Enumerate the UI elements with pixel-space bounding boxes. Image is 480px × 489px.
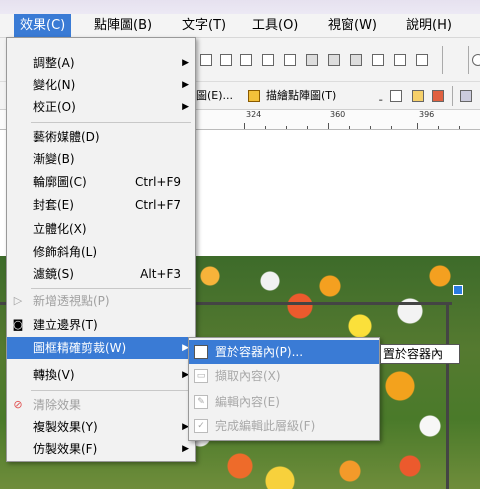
dropdown-arrow-icon[interactable]: ˍ: [378, 88, 384, 104]
edit-contents-icon: ✎: [194, 395, 208, 409]
menu-item-label: 新增透視點(P): [33, 294, 110, 308]
menu-item-lens[interactable]: 濾鏡(S) Alt+F3: [7, 263, 195, 285]
menu-item-clear-effect[interactable]: ⊘ 清除效果: [7, 394, 195, 416]
ruler-number: 396: [419, 110, 435, 119]
effects-dropdown-menu: 調整(A) ▶ 變化(N) ▶ 校正(O) ▶ 藝術媒體(D) 漸變(B) 輪廓…: [6, 37, 196, 462]
menu-item-label: 調整(A): [33, 56, 75, 70]
trace-bitmap-button[interactable]: 描繪點陣圖(T): [266, 88, 336, 104]
submenu-item-label: 完成編輯此層級(F): [215, 419, 316, 433]
menu-item-label: 校正(O): [33, 100, 76, 114]
title-strip: [0, 0, 480, 14]
menu-item-adjust[interactable]: 調整(A) ▶: [7, 52, 195, 74]
align-middle-icon[interactable]: [284, 54, 296, 66]
menu-item-blend[interactable]: 漸變(B): [7, 148, 195, 170]
pin-icon[interactable]: [472, 54, 480, 66]
menu-item-label: 建立邊界(T): [33, 318, 98, 332]
submenu-arrow-icon: ▶: [182, 58, 189, 68]
menu-item-shortcut: Ctrl+F7: [135, 198, 181, 212]
distribute-horizontal-icon[interactable]: [328, 54, 340, 66]
submenu-item-finish-editing[interactable]: ✓ 完成編輯此層級(F): [189, 414, 379, 438]
menu-item-add-perspective[interactable]: ▷ 新增透視點(P): [7, 290, 195, 312]
menu-item-label: 輪廓圖(C): [33, 175, 87, 189]
align-right-icon[interactable]: [240, 54, 252, 66]
menu-item-label: 立體化(X): [33, 222, 87, 236]
submenu-item-label: 編輯內容(E): [215, 395, 280, 409]
menu-item-correction[interactable]: 校正(O) ▶: [7, 96, 195, 118]
extract-contents-icon: ▭: [194, 369, 208, 383]
menu-item-label: 轉換(V): [33, 368, 75, 382]
menu-separator: [31, 390, 191, 391]
distribute-right-icon[interactable]: [416, 54, 428, 66]
menu-item-envelope[interactable]: 封套(E) Ctrl+F7: [7, 194, 195, 216]
bitmap-extra-icon[interactable]: [460, 90, 472, 102]
align-left-icon[interactable]: [200, 54, 212, 66]
distribute-center-icon[interactable]: [394, 54, 406, 66]
menu-separator: [31, 122, 191, 123]
submenu-arrow-icon: ▶: [182, 444, 189, 454]
menu-effects[interactable]: 效果(C): [14, 14, 72, 38]
menu-item-label: 藝術媒體(D): [33, 130, 100, 144]
menu-item-powerclip[interactable]: 圖框精確剪裁(W) ▶: [7, 337, 195, 359]
menu-item-label: 濾鏡(S): [33, 267, 74, 281]
align-bottom-icon[interactable]: [306, 54, 318, 66]
submenu-item-place-inside-container[interactable]: ▣ 置於容器內(P)...: [189, 340, 379, 364]
perspective-icon: ▷: [13, 294, 23, 307]
menu-item-shortcut: Alt+F3: [140, 267, 181, 281]
menu-text[interactable]: 文字(T): [176, 14, 232, 38]
menu-window[interactable]: 視窗(W): [322, 14, 383, 38]
menu-item-shortcut: Ctrl+F9: [135, 175, 181, 189]
submenu-item-edit-contents[interactable]: ✎ 編輯內容(E): [189, 390, 379, 414]
submenu-item-label: 置於容器內(P)...: [215, 345, 304, 359]
menu-item-contour[interactable]: 輪廓圖(C) Ctrl+F9: [7, 171, 195, 193]
menu-item-label: 仿製效果(F): [33, 442, 98, 456]
menu-item-bevel[interactable]: 修飾斜角(L): [7, 241, 195, 263]
menu-help[interactable]: 說明(H): [400, 14, 458, 38]
menu-item-create-boundary[interactable]: ◙ 建立邊界(T): [7, 314, 195, 336]
selection-handle[interactable]: [453, 285, 463, 295]
menu-item-convert[interactable]: 轉換(V) ▶: [7, 364, 195, 386]
menu-item-label: 修飾斜角(L): [33, 245, 98, 259]
align-center-icon[interactable]: [220, 54, 232, 66]
menu-item-label: 封套(E): [33, 198, 74, 212]
toolbar-separator: [452, 86, 453, 106]
menu-item-extrude[interactable]: 立體化(X): [7, 218, 195, 240]
menu-item-artistic-media[interactable]: 藝術媒體(D): [7, 126, 195, 148]
menu-item-label: 圖框精確剪裁(W): [33, 341, 127, 355]
distribute-left-icon[interactable]: [372, 54, 384, 66]
menu-item-transform[interactable]: 變化(N) ▶: [7, 74, 195, 96]
toolbar-separator: [442, 46, 443, 74]
bitmap-tool-icon[interactable]: [390, 90, 402, 102]
bitmap-mode-button[interactable]: 圖(E)...: [196, 88, 233, 104]
toolbar-separator: [468, 46, 469, 74]
menu-item-label: 清除效果: [33, 398, 82, 412]
menu-bitmaps[interactable]: 點陣圖(B): [88, 14, 158, 38]
finish-editing-icon: ✓: [194, 419, 208, 433]
bitmap-effect-icon[interactable]: [432, 90, 444, 102]
menu-item-clone-effect[interactable]: 仿製效果(F) ▶: [7, 438, 195, 460]
menu-item-label: 漸變(B): [33, 152, 75, 166]
menu-bar: 效果(C) 點陣圖(B) 文字(T) 工具(O) 視窗(W) 說明(H): [0, 14, 480, 38]
container-frame-right-edge[interactable]: [446, 302, 449, 489]
boundary-icon: ◙: [12, 318, 24, 331]
bitmap-color-icon[interactable]: [412, 90, 424, 102]
clear-effect-icon: ⊘: [13, 398, 23, 411]
menu-item-label: 變化(N): [33, 78, 76, 92]
menu-item-copy-effect[interactable]: 複製效果(Y) ▶: [7, 416, 195, 438]
distribute-vertical-icon[interactable]: [350, 54, 362, 66]
align-top-icon[interactable]: [262, 54, 274, 66]
ruler-number: 324: [246, 110, 262, 119]
tooltip: 置於容器內: [380, 344, 460, 364]
submenu-item-label: 擷取內容(X): [215, 369, 281, 383]
place-inside-icon: ▣: [194, 345, 208, 359]
submenu-arrow-icon: ▶: [182, 80, 189, 90]
powerclip-submenu: ▣ 置於容器內(P)... ▭ 擷取內容(X) ✎ 編輯內容(E) ✓ 完成編輯…: [188, 337, 380, 441]
submenu-item-extract-contents[interactable]: ▭ 擷取內容(X): [189, 364, 379, 388]
menu-tools[interactable]: 工具(O): [246, 14, 304, 38]
menu-item-label: 複製效果(Y): [33, 420, 98, 434]
trace-bitmap-icon[interactable]: [248, 90, 260, 102]
ruler-number: 360: [330, 110, 346, 119]
menu-separator: [31, 288, 191, 289]
submenu-arrow-icon: ▶: [182, 102, 189, 112]
